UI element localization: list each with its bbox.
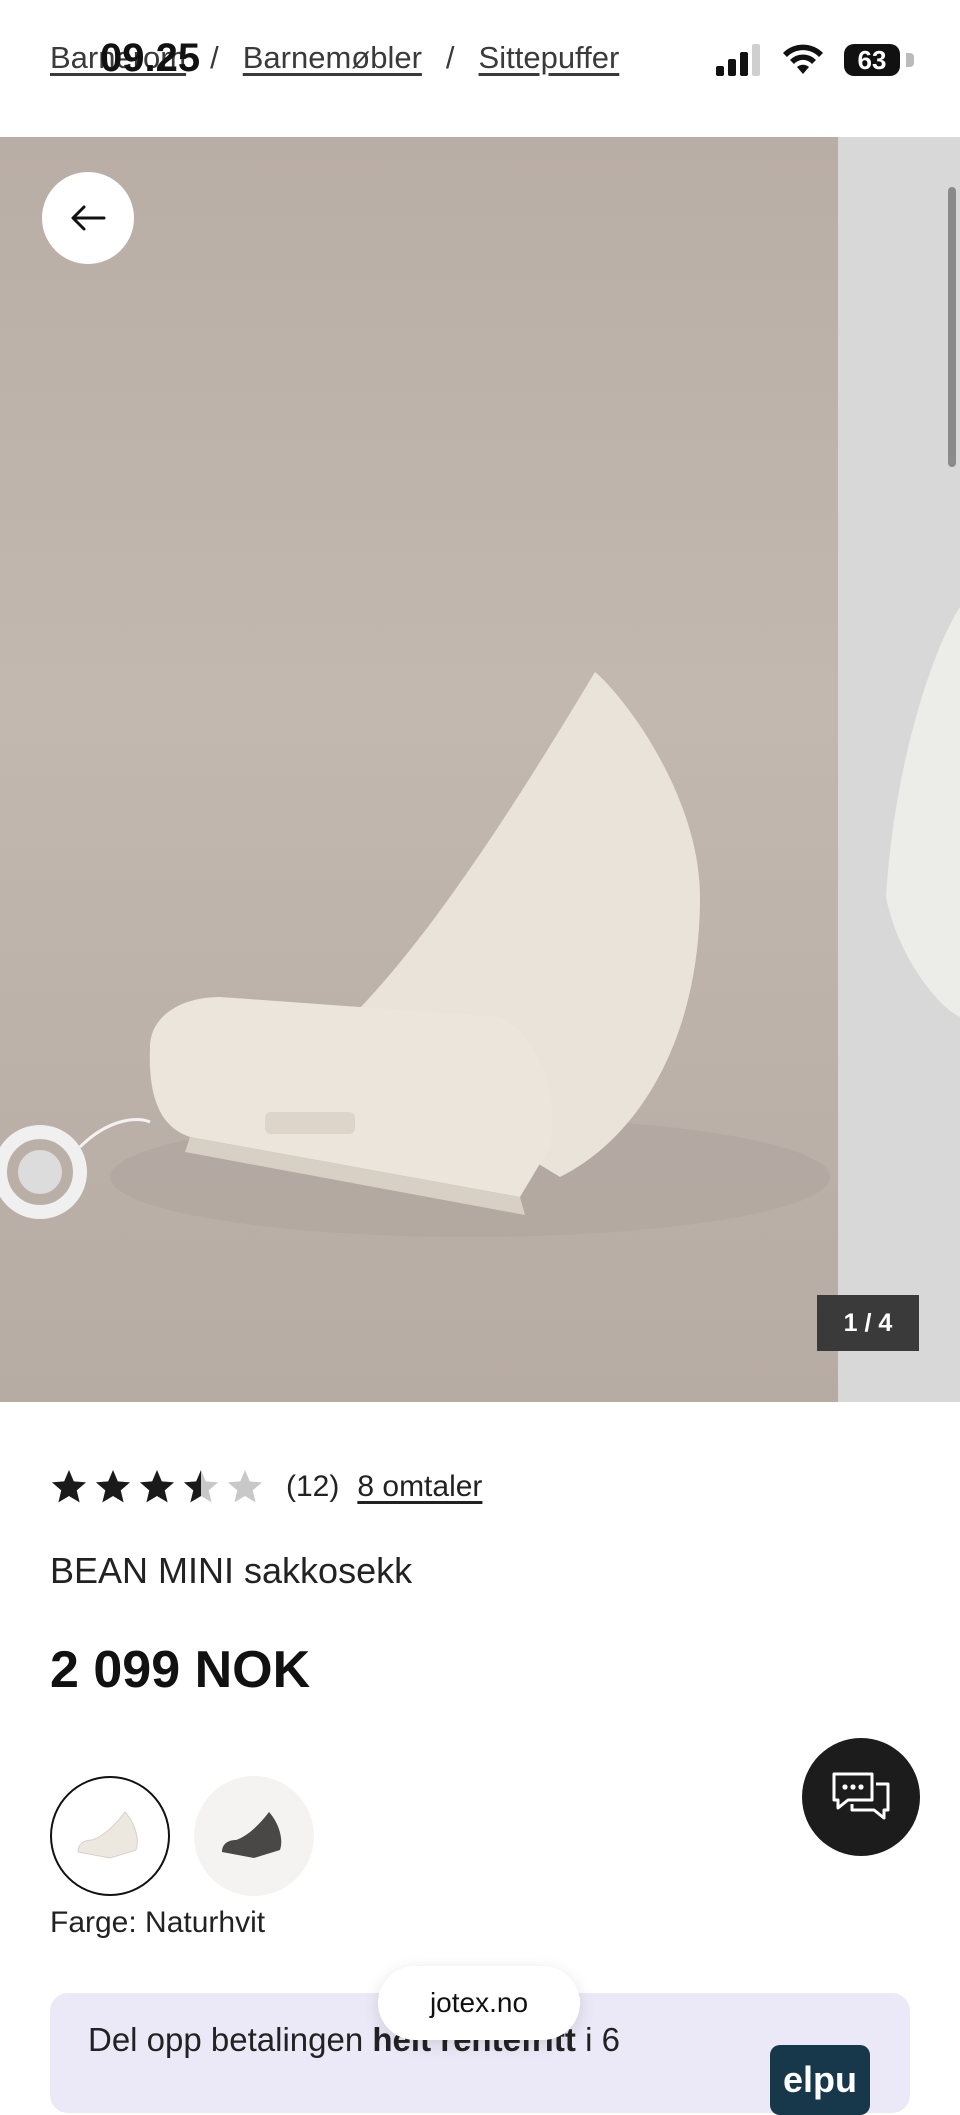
back-button[interactable] bbox=[42, 172, 134, 264]
swatch-naturhvit-image bbox=[77, 1811, 138, 1859]
product-image[interactable] bbox=[0, 137, 838, 1402]
star-icon bbox=[96, 1470, 130, 1503]
rating-stars bbox=[50, 1468, 264, 1506]
star-icon bbox=[184, 1470, 218, 1503]
status-time: 09.25 bbox=[100, 36, 201, 80]
installment-text-suffix: i 6 bbox=[575, 2021, 620, 2058]
product-title: BEAN MINI sakkosekk bbox=[50, 1550, 413, 1591]
next-image-preview[interactable] bbox=[838, 137, 960, 1402]
chat-button[interactable] bbox=[802, 1738, 920, 1856]
payment-brand-logo: elpu bbox=[770, 2045, 870, 2115]
breadcrumb-item-barnemobler[interactable]: Barnemøbler bbox=[243, 40, 422, 76]
header: Barnerom / Barnemøbler / Sittepuffer 09.… bbox=[0, 0, 960, 137]
arrow-left-icon bbox=[71, 205, 106, 231]
color-swatches bbox=[50, 1776, 314, 1896]
chat-icon bbox=[832, 1772, 890, 1820]
breadcrumb-separator: / bbox=[445, 40, 455, 75]
bean-bag-illustration bbox=[0, 672, 830, 1237]
swatch-naturhvit[interactable] bbox=[50, 1776, 170, 1896]
breadcrumb-item-sittepuffer[interactable]: Sittepuffer bbox=[479, 40, 620, 76]
status-icons: 63 bbox=[716, 44, 914, 76]
star-icon bbox=[140, 1470, 174, 1503]
installment-text-prefix: Del opp betalingen bbox=[88, 2021, 373, 2058]
swatch-mork-gra-image bbox=[222, 1812, 282, 1858]
battery-icon: 63 bbox=[844, 44, 914, 76]
star-icon bbox=[52, 1470, 86, 1503]
wifi-icon bbox=[783, 44, 823, 74]
image-counter: 1 / 4 bbox=[817, 1295, 919, 1351]
product-gallery[interactable]: 1 / 4 bbox=[0, 137, 960, 1402]
reviews-link[interactable]: 8 omtaler bbox=[357, 1470, 482, 1504]
gallery-scrollbar[interactable] bbox=[948, 187, 956, 467]
breadcrumb-separator: / bbox=[210, 40, 219, 75]
rating-count: (12) bbox=[286, 1470, 340, 1503]
color-label: Farge: Naturhvit bbox=[50, 1906, 266, 1939]
product-rating: (12) 8 omtaler bbox=[50, 1462, 482, 1512]
product-price: 2 099 NOK bbox=[50, 1641, 311, 1699]
star-icon bbox=[228, 1470, 262, 1503]
signal-icon bbox=[716, 44, 760, 76]
browser-url-pill[interactable]: jotex.no bbox=[378, 1966, 580, 2040]
swatch-mork-gra[interactable] bbox=[194, 1776, 314, 1896]
bean-bag-preview-illustration bbox=[886, 607, 960, 1017]
